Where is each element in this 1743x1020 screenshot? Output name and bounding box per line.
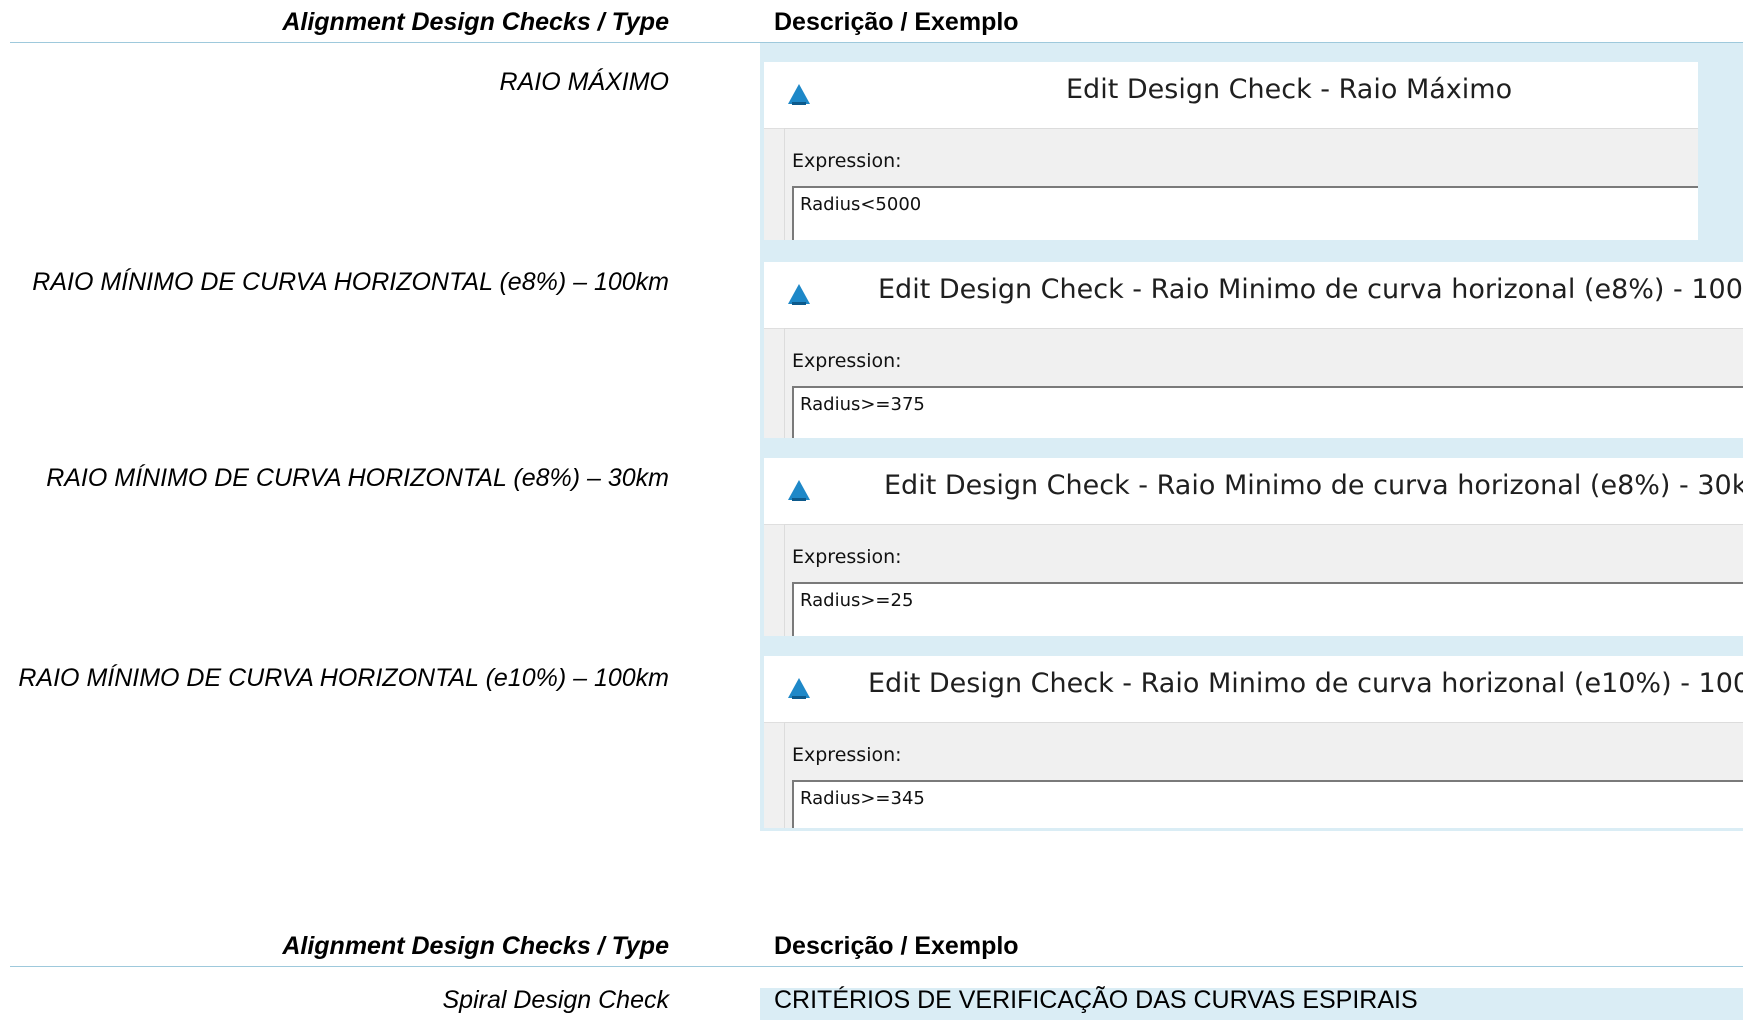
civil3d-app-icon xyxy=(788,284,810,305)
expression-label: Expression: xyxy=(792,744,902,766)
expression-input[interactable]: Radius>=375 xyxy=(792,386,1743,438)
expression-label: Expression: xyxy=(792,546,902,568)
expression-input[interactable]: Radius<5000 xyxy=(792,186,1698,240)
row-label-raio-minimo-e8-30: RAIO MÍNIMO DE CURVA HORIZONTAL (e8%) – … xyxy=(46,464,669,492)
dialog-title: Edit Design Check - Raio Minimo de curva… xyxy=(868,668,1743,699)
civil3d-app-icon xyxy=(788,84,810,105)
dialog-title: Edit Design Check - Raio Minimo de curva… xyxy=(884,470,1743,501)
civil3d-app-icon xyxy=(788,480,810,501)
table2-header-description: Descrição / Exemplo xyxy=(774,932,1019,960)
expression-input[interactable]: Radius>=345 xyxy=(792,780,1743,828)
expression-label: Expression: xyxy=(792,150,902,172)
design-check-dialog-3: Edit Design Check - Raio Minimo de curva… xyxy=(764,458,1743,636)
dialog-title: Edit Design Check - Raio Máximo xyxy=(1066,74,1513,105)
dialog-titlebar: Edit Design Check - Raio Minimo de curva… xyxy=(764,262,1743,329)
expression-value: Radius<5000 xyxy=(800,194,922,215)
table1-header-description: Descrição / Exemplo xyxy=(774,8,1019,36)
civil3d-app-icon xyxy=(788,678,810,699)
dialog-titlebar: Edit Design Check - Raio Máximo xyxy=(764,62,1698,129)
row-label-raio-minimo-e10-100: RAIO MÍNIMO DE CURVA HORIZONTAL (e10%) –… xyxy=(18,664,669,692)
row-label-raio-maximo: RAIO MÁXIMO xyxy=(499,68,669,96)
expression-value: Radius>=375 xyxy=(800,394,925,415)
expression-value: Radius>=345 xyxy=(800,788,925,809)
table2-header-type: Alignment Design Checks / Type xyxy=(282,932,669,960)
row-label-spiral-design-check: Spiral Design Check xyxy=(442,986,670,1014)
spiral-description: CRITÉRIOS DE VERIFICAÇÃO DAS CURVAS ESPI… xyxy=(774,986,1418,1014)
table1-header-type: Alignment Design Checks / Type xyxy=(282,8,669,36)
dialog-titlebar: Edit Design Check - Raio Minimo de curva… xyxy=(764,656,1743,723)
expression-value: Radius>=25 xyxy=(800,590,914,611)
design-check-dialog-4: Edit Design Check - Raio Minimo de curva… xyxy=(764,656,1743,828)
design-check-dialog-2: Edit Design Check - Raio Minimo de curva… xyxy=(764,262,1743,438)
row-label-raio-minimo-e8-100: RAIO MÍNIMO DE CURVA HORIZONTAL (e8%) – … xyxy=(32,268,669,296)
design-check-dialog-1: Edit Design Check - Raio Máximo Expressi… xyxy=(764,62,1698,240)
dialog-titlebar: Edit Design Check - Raio Minimo de curva… xyxy=(764,458,1743,525)
table2-header-rule xyxy=(10,966,1743,967)
dialog-title: Edit Design Check - Raio Minimo de curva… xyxy=(878,274,1743,305)
expression-label: Expression: xyxy=(792,350,902,372)
expression-input[interactable]: Radius>=25 xyxy=(792,582,1743,636)
